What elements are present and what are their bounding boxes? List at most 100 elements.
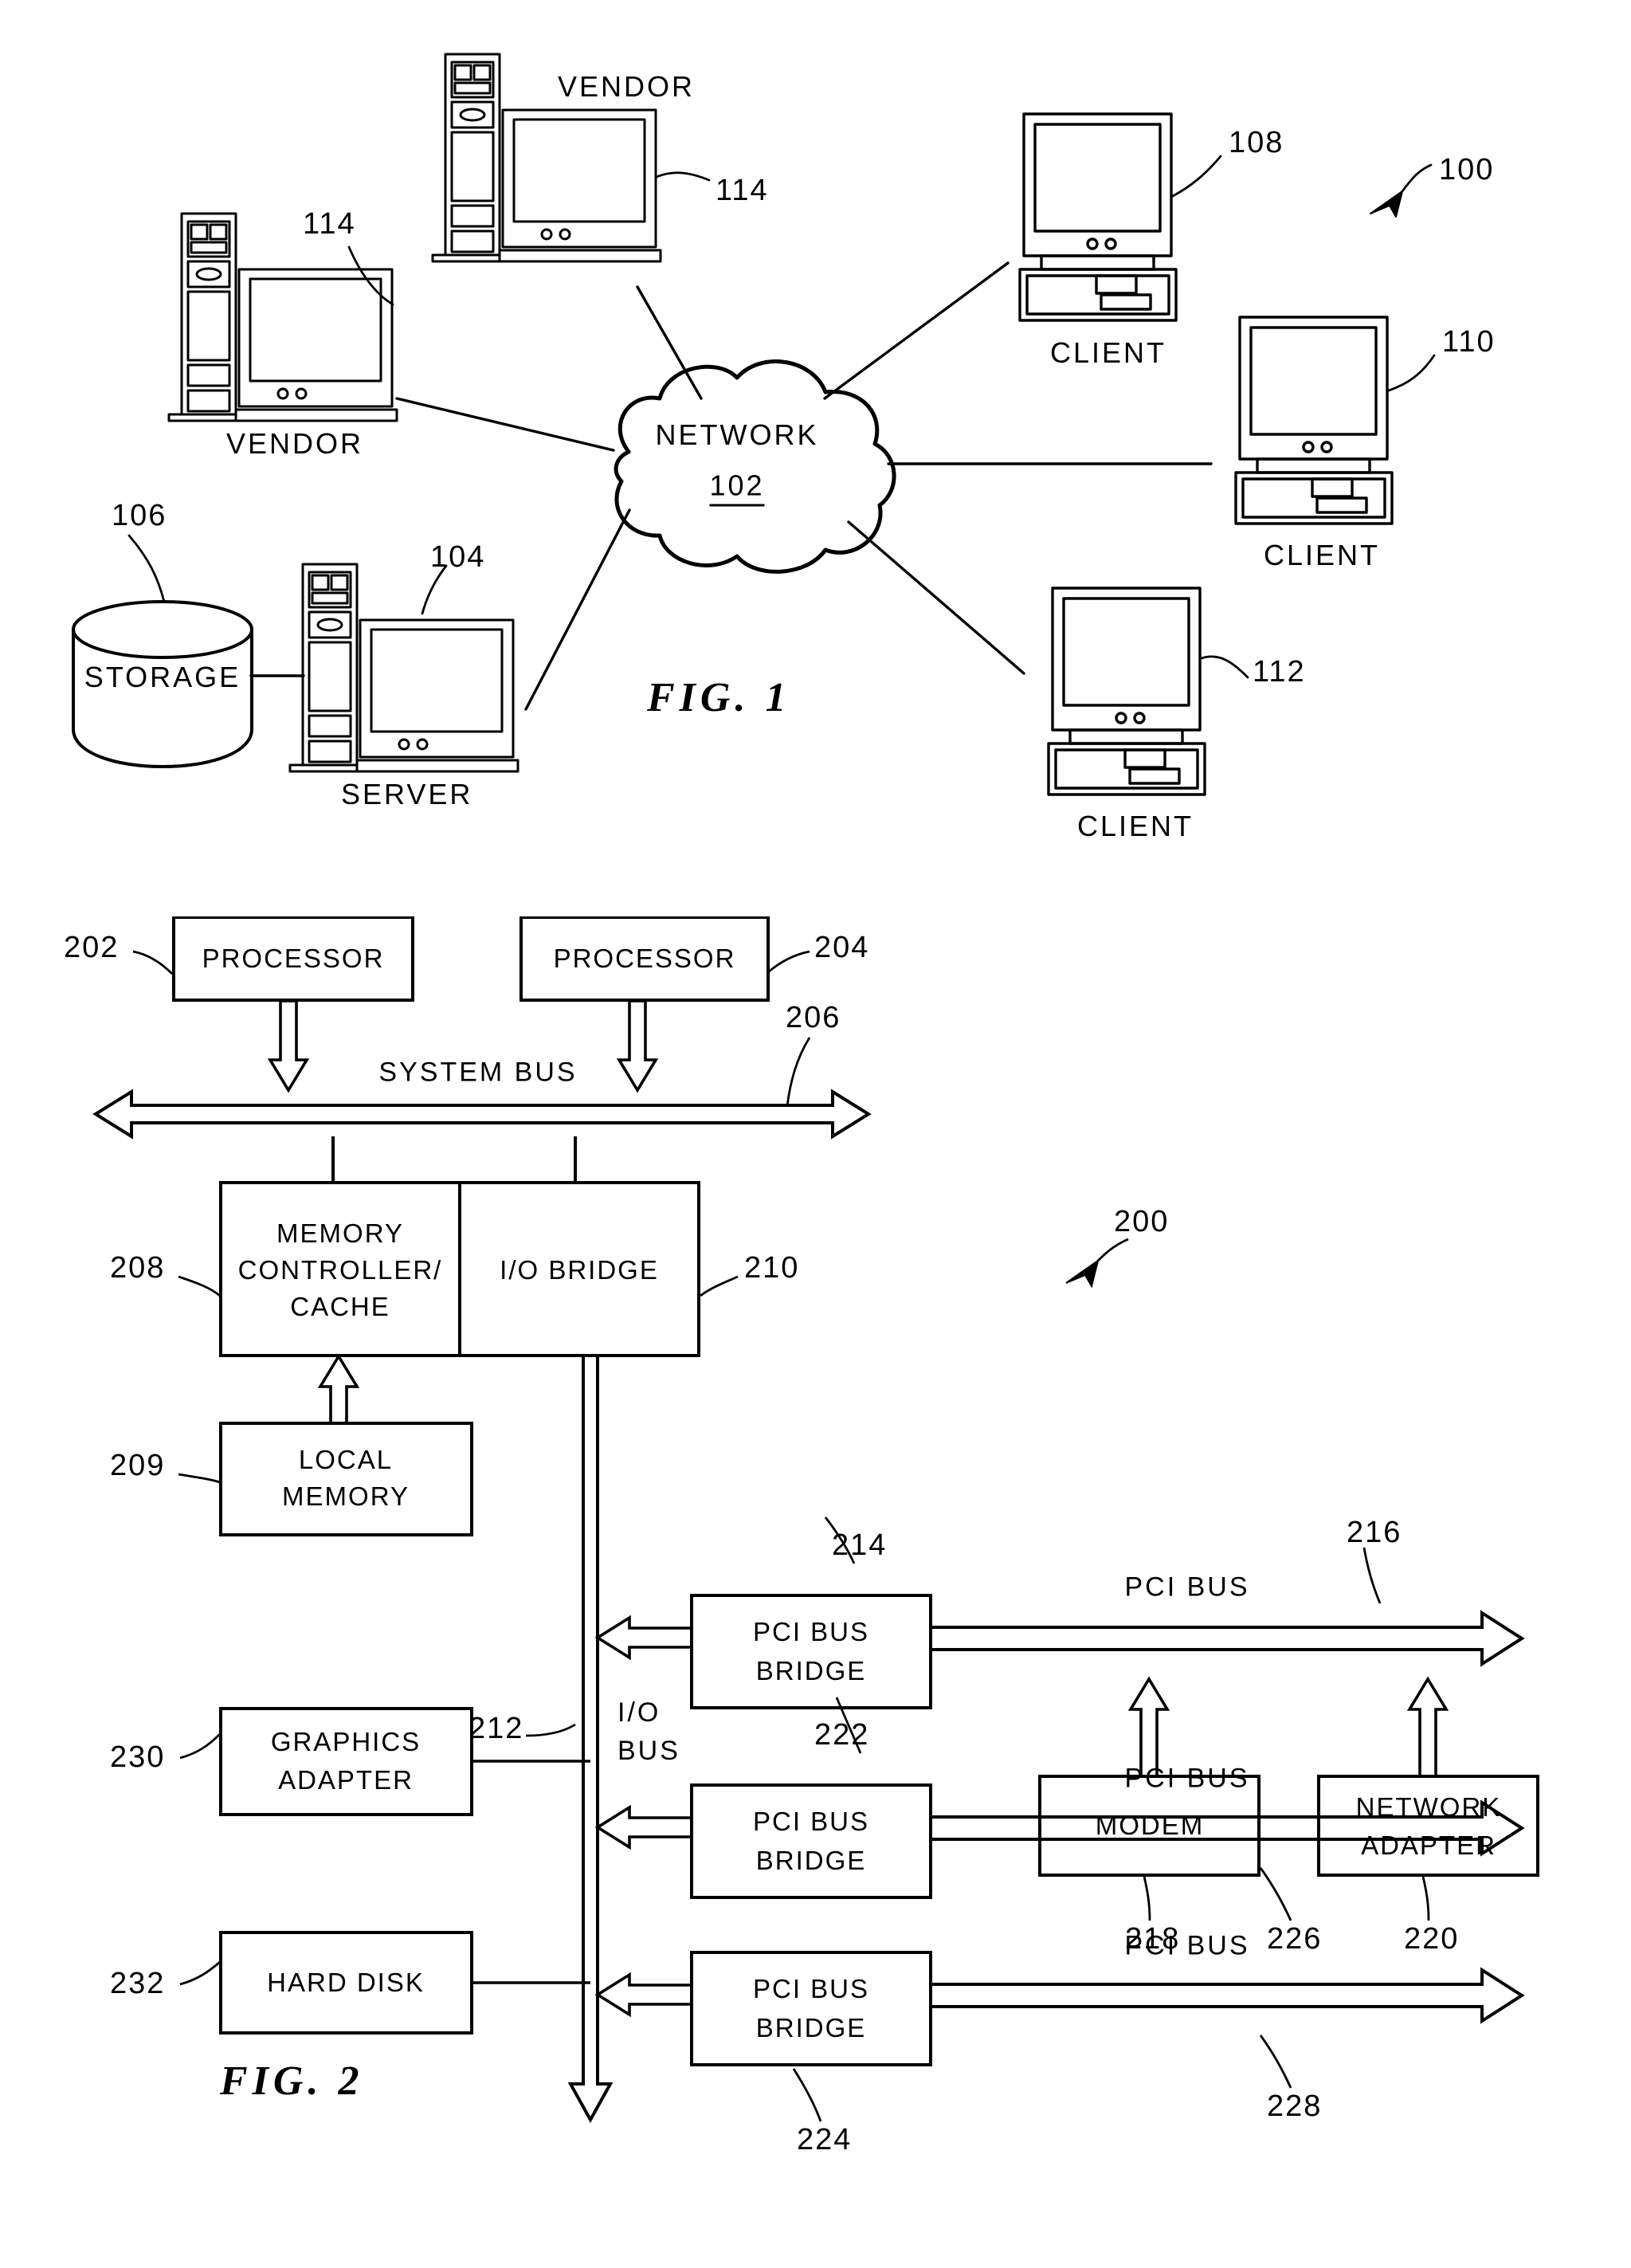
leader-110: [1387, 354, 1436, 392]
io-bus-arrow: [567, 1354, 614, 2124]
figure-2: PROCESSOR PROCESSOR SYSTEM BUS MEMORY CO…: [0, 916, 1631, 2268]
ref-114b: 114: [716, 174, 769, 207]
hard-disk-label: HARD DISK: [267, 1968, 425, 1998]
graphics-adapter-box: [219, 1707, 473, 1816]
pci-bus-1-arrow: [929, 1610, 1525, 1667]
processor-2-label: PROCESSOR: [553, 944, 736, 974]
leader-114a: [347, 245, 394, 306]
pci-bus-bridge-2-line1: PCI BUS: [752, 1807, 870, 1837]
leader-200: [1097, 1238, 1129, 1262]
figure-1-drawing: [72, 53, 1436, 796]
leader-204: [767, 950, 810, 974]
memory-controller-line1: MEMORY: [276, 1218, 404, 1249]
ref-114a: 114: [303, 207, 356, 241]
pci-bus-bridge-2-line2: BRIDGE: [755, 1846, 867, 1876]
ref-224: 224: [797, 2123, 853, 2156]
ref-214: 214: [832, 1528, 888, 1562]
pci-bus-bridge-2-box: [690, 1783, 932, 1899]
figure-2-caption: FIG. 2: [220, 2058, 364, 2104]
ref-104: 104: [430, 540, 486, 574]
pci-bus-bridge-3-line2: BRIDGE: [755, 2013, 867, 2043]
leader-206: [786, 1037, 811, 1107]
ref-210: 210: [744, 1251, 800, 1285]
io-bridge-label: I/O BRIDGE: [500, 1255, 659, 1285]
network-ref: 102: [709, 469, 765, 507]
leader-230: [179, 1733, 221, 1760]
processor-1-label: PROCESSOR: [202, 944, 385, 974]
memory-controller-line3: CACHE: [290, 1292, 390, 1322]
client-3-label: CLIENT: [1077, 810, 1194, 842]
arrow-100: [1370, 190, 1403, 218]
ref-202: 202: [64, 931, 120, 964]
vendor-1-icon: [167, 212, 398, 422]
arrow-localmem-to-memctl: [317, 1353, 360, 1425]
modem-label: MODEM: [1095, 1811, 1205, 1841]
ref-110: 110: [1442, 325, 1496, 359]
pci-bus-bridge-1-line1: PCI BUS: [752, 1617, 870, 1647]
ref-112: 112: [1253, 655, 1306, 689]
pci-bus-2-label: PCI BUS: [1124, 1763, 1250, 1794]
graphics-adapter-line1: GRAPHICS: [270, 1727, 421, 1757]
vendor-1-label: VENDOR: [226, 427, 364, 460]
io-bus-line2: BUS: [618, 1736, 680, 1766]
io-bus-line1: I/O: [618, 1697, 661, 1728]
graphics-adapter-line2: ADAPTER: [278, 1765, 414, 1795]
pci-bus-bridge-3-line1: PCI BUS: [752, 1974, 870, 2004]
link-server-network: [524, 508, 631, 711]
system-bus-arrow: [92, 1089, 872, 1140]
server-icon: [288, 563, 519, 773]
arrow-proc2-to-bus: [616, 999, 659, 1093]
server-label: SERVER: [341, 778, 473, 810]
leader-202: [132, 950, 173, 975]
arrow-modem-to-pcibus1: [1127, 1676, 1170, 1778]
client-2-label: CLIENT: [1264, 539, 1381, 571]
leader-114b: [655, 171, 711, 182]
leader-100: [1401, 163, 1433, 193]
ref-218: 218: [1125, 1922, 1181, 1956]
ref-212: 212: [469, 1712, 524, 1745]
ref-220: 220: [1404, 1922, 1460, 1956]
arrow-pcibridge2-to-iobus: [594, 1804, 693, 1850]
ref-226: 226: [1267, 1922, 1323, 1956]
arrow-200: [1065, 1258, 1100, 1289]
vendor-2-label: VENDOR: [558, 70, 696, 103]
local-memory-line2: MEMORY: [282, 1481, 410, 1512]
figure-1-caption: FIG. 1: [647, 675, 791, 720]
system-bus-label: SYSTEM BUS: [378, 1057, 578, 1088]
pci-bus-bridge-1-box: [690, 1594, 932, 1709]
network-adapter-line2: ADAPTER: [1361, 1830, 1496, 1861]
ref-108: 108: [1229, 126, 1284, 159]
network-adapter-line1: NETWORK: [1355, 1792, 1502, 1823]
ref-106: 106: [112, 499, 167, 532]
local-memory-box: [219, 1422, 473, 1536]
leader-108: [1171, 155, 1222, 198]
leader-228: [1259, 2035, 1292, 2089]
leader-224: [792, 2068, 822, 2122]
ref-228: 228: [1267, 2089, 1323, 2123]
ref-232: 232: [110, 1967, 166, 2000]
client-1-label: CLIENT: [1050, 336, 1167, 369]
leader-106: [127, 534, 166, 603]
ref-206: 206: [786, 1001, 841, 1034]
pci-bus-bridge-3-box: [690, 1951, 932, 2066]
pci-bus-1-label: PCI BUS: [1124, 1572, 1250, 1603]
leader-218: [1143, 1876, 1151, 1921]
arrow-netadapter-to-pcibus1: [1406, 1676, 1449, 1778]
link-vendor1-network: [395, 397, 615, 452]
network-label: NETWORK: [655, 418, 819, 451]
ref-216: 216: [1347, 1516, 1402, 1549]
ref-204: 204: [814, 931, 870, 964]
ref-208: 208: [110, 1251, 166, 1285]
ref-200: 200: [1114, 1205, 1170, 1238]
network-cloud: [614, 359, 896, 574]
leader-232: [179, 1960, 221, 1986]
storage-label: STORAGE: [84, 661, 241, 693]
memory-controller-line2: CONTROLLER/: [237, 1255, 443, 1285]
leader-209: [178, 1473, 221, 1484]
leader-216: [1362, 1547, 1382, 1604]
pci-bus-bridge-1-line2: BRIDGE: [755, 1656, 867, 1686]
arrow-pcibridge3-to-iobus: [594, 1972, 693, 2018]
client-2-icon: [1234, 316, 1394, 525]
ref-222: 222: [814, 1718, 870, 1752]
leader-210: [700, 1275, 739, 1297]
